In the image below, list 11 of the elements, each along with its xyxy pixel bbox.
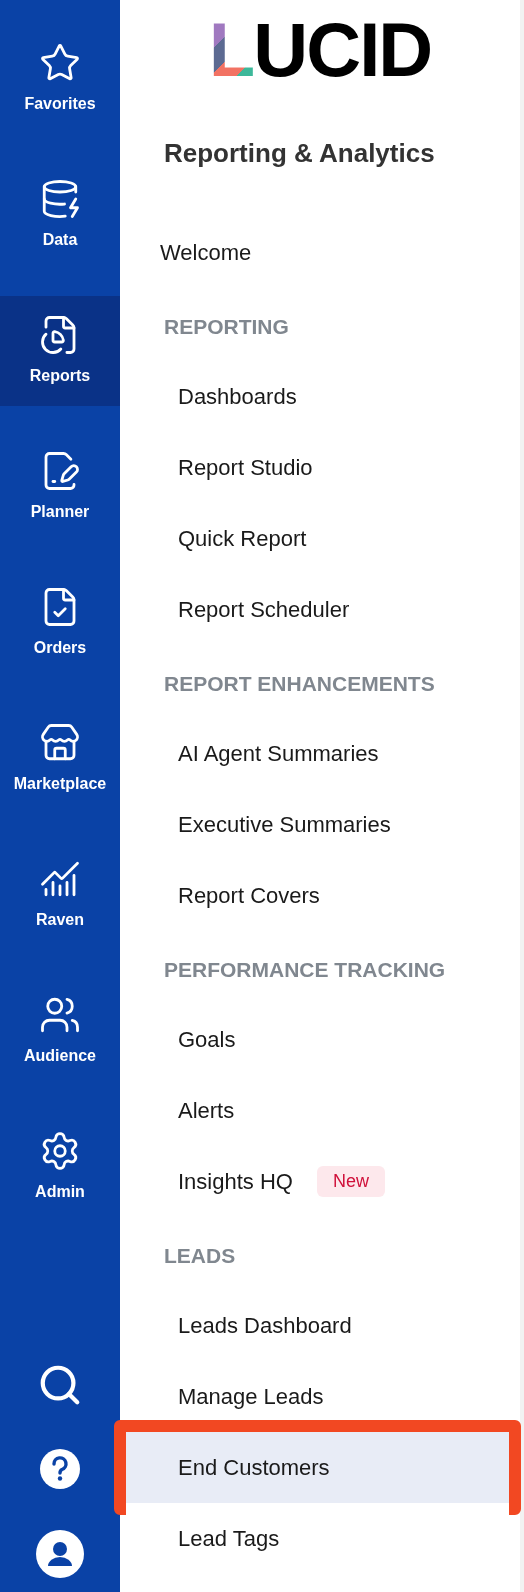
section-heading: REPORTING: [163, 313, 290, 340]
section-heading: LEADS: [163, 1242, 237, 1269]
panel-title: Reporting & Analytics: [163, 137, 436, 170]
rail-item[interactable]: Reports: [0, 296, 120, 406]
section-heading: PERFORMANCE TRACKING: [163, 956, 447, 983]
logo: LUCID: [208, 12, 432, 88]
section-heading: REPORT ENHANCEMENTS: [163, 670, 436, 697]
new-badge: New: [316, 1166, 385, 1197]
help-icon[interactable]: [39, 1448, 81, 1490]
nav-item[interactable]: End Customers: [126, 1432, 509, 1503]
user-avatar-icon[interactable]: [36, 1530, 84, 1578]
